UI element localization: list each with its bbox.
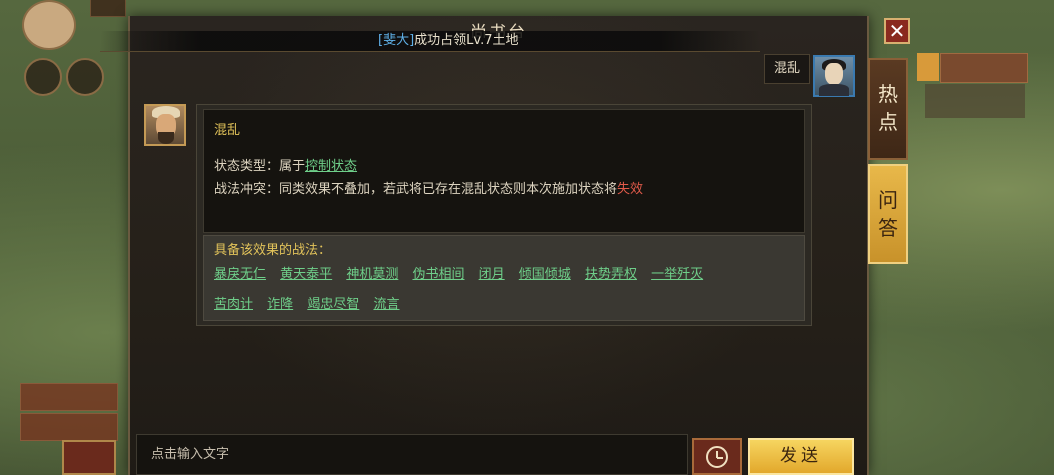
- skill-link[interactable]: 流言: [373, 293, 399, 312]
- send-button[interactable]: 发送: [748, 438, 854, 475]
- conflict-line: 战法冲突：同类效果不叠加，若武将已存在混乱状态则本次施加状态将失效: [214, 178, 643, 197]
- notice-text: 成功占领Lv.7土地: [414, 33, 519, 48]
- skill-link[interactable]: 倾国倾城: [519, 263, 571, 282]
- close-button[interactable]: ✕: [884, 18, 910, 44]
- status-title: 混乱: [214, 123, 241, 138]
- status-description-box: 混乱 状态类型：属于控制状态 战法冲突：同类效果不叠加，若武将已存在混乱状态则本…: [203, 109, 805, 233]
- player-avatar: [22, 0, 76, 50]
- skills-row: 暴戾无仁 黄天泰平 神机莫测 伪书相间 闭月 倾国倾城 扶势弄权 一举歼灭: [214, 263, 713, 282]
- skill-link[interactable]: 竭忠尽智: [307, 293, 359, 312]
- clock-icon: [706, 446, 728, 468]
- chat-input[interactable]: [137, 435, 687, 474]
- resource-bar: [90, 0, 126, 17]
- skill-link[interactable]: 一举歼灭: [651, 263, 703, 282]
- notice-player-name[interactable]: [斐大]: [378, 33, 414, 48]
- chat-input-box: [136, 434, 688, 475]
- skill-link[interactable]: 黄天泰平: [280, 263, 332, 282]
- skill-link[interactable]: 伪书相间: [412, 263, 464, 282]
- side-menu-button: [20, 383, 118, 411]
- side-menu-button: [20, 413, 118, 441]
- conflict-text: 战法冲突：同类效果不叠加，若武将已存在混乱状态则本次施加状态将: [214, 182, 618, 197]
- skill-link[interactable]: 神机莫测: [346, 263, 398, 282]
- tab-qa[interactable]: 问 答: [868, 164, 908, 264]
- skill-link[interactable]: 闭月: [479, 263, 505, 282]
- tab-label: 问: [878, 188, 898, 212]
- status-type-label: 状态类型：属于: [214, 159, 306, 174]
- map-side-tab: [940, 53, 1028, 83]
- map-shortcut-button: [66, 58, 104, 96]
- status-type-line: 状态类型：属于控制状态: [214, 155, 357, 174]
- user-avatar: [813, 55, 855, 97]
- skills-box: 具备该效果的战法： 暴戾无仁 黄天泰平 神机莫测 伪书相间 闭月 倾国倾城 扶势…: [203, 235, 805, 321]
- user-message-bubble: 混乱: [764, 54, 810, 84]
- tab-label: 答: [878, 216, 898, 240]
- notice-ticker: [斐大]成功占领Lv.7土地: [100, 31, 760, 52]
- advisor-avatar: [144, 104, 186, 146]
- advisor-reply-card: 混乱 状态类型：属于控制状态 战法冲突：同类效果不叠加，若武将已存在混乱状态则本…: [196, 104, 812, 326]
- map-shortcut-button: [24, 58, 62, 96]
- skills-row: 苦肉计 诈降 竭忠尽智 流言: [214, 293, 409, 312]
- bottom-menu-button: [62, 440, 116, 475]
- map-info-box: [925, 84, 1025, 118]
- tab-label: 热: [878, 82, 898, 106]
- status-type-link[interactable]: 控制状态: [305, 159, 357, 174]
- tab-label: 点: [878, 110, 898, 134]
- skill-link[interactable]: 暴戾无仁: [214, 263, 266, 282]
- skill-link[interactable]: 苦肉计: [214, 293, 253, 312]
- skills-title: 具备该效果的战法：: [214, 243, 332, 258]
- history-button[interactable]: [692, 438, 742, 475]
- tab-hot-topics[interactable]: 热 点: [868, 58, 908, 160]
- conflict-invalid-text: 失效: [617, 182, 644, 197]
- map-side-tab: [917, 53, 939, 81]
- skill-link[interactable]: 扶势弄权: [585, 263, 637, 282]
- skill-link[interactable]: 诈降: [267, 293, 293, 312]
